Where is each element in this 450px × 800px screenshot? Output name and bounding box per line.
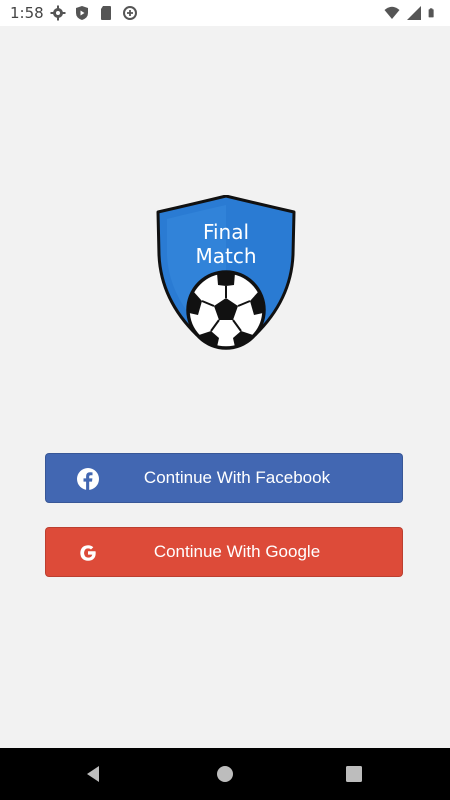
google-icon: [80, 545, 96, 561]
continue-with-google-button[interactable]: Continue With Google: [45, 527, 403, 577]
status-icons-left: [50, 5, 138, 21]
sd-card-icon: [101, 6, 111, 20]
status-time: 1:58: [10, 4, 44, 22]
wifi-icon: [384, 6, 400, 19]
status-bar: 1:58: [0, 0, 450, 26]
battery-icon: [428, 8, 434, 18]
final-match-logo: Final Match: [156, 195, 296, 350]
soccer-ball-icon: [186, 270, 266, 350]
navigation-bar: [0, 748, 450, 800]
cellular-icon: [407, 6, 421, 20]
recents-icon[interactable]: [342, 762, 366, 786]
continue-with-facebook-button[interactable]: Continue With Facebook: [45, 453, 403, 503]
status-icons-right: [384, 5, 438, 21]
back-icon[interactable]: [82, 762, 106, 786]
logo-text-match: Match: [195, 244, 256, 268]
home-icon[interactable]: [213, 762, 237, 786]
logo-text-final: Final: [203, 220, 249, 244]
facebook-icon: [77, 468, 99, 490]
play-protect-icon: [76, 6, 88, 20]
data-saver-icon: [123, 6, 137, 20]
gear-icon: [50, 5, 66, 21]
